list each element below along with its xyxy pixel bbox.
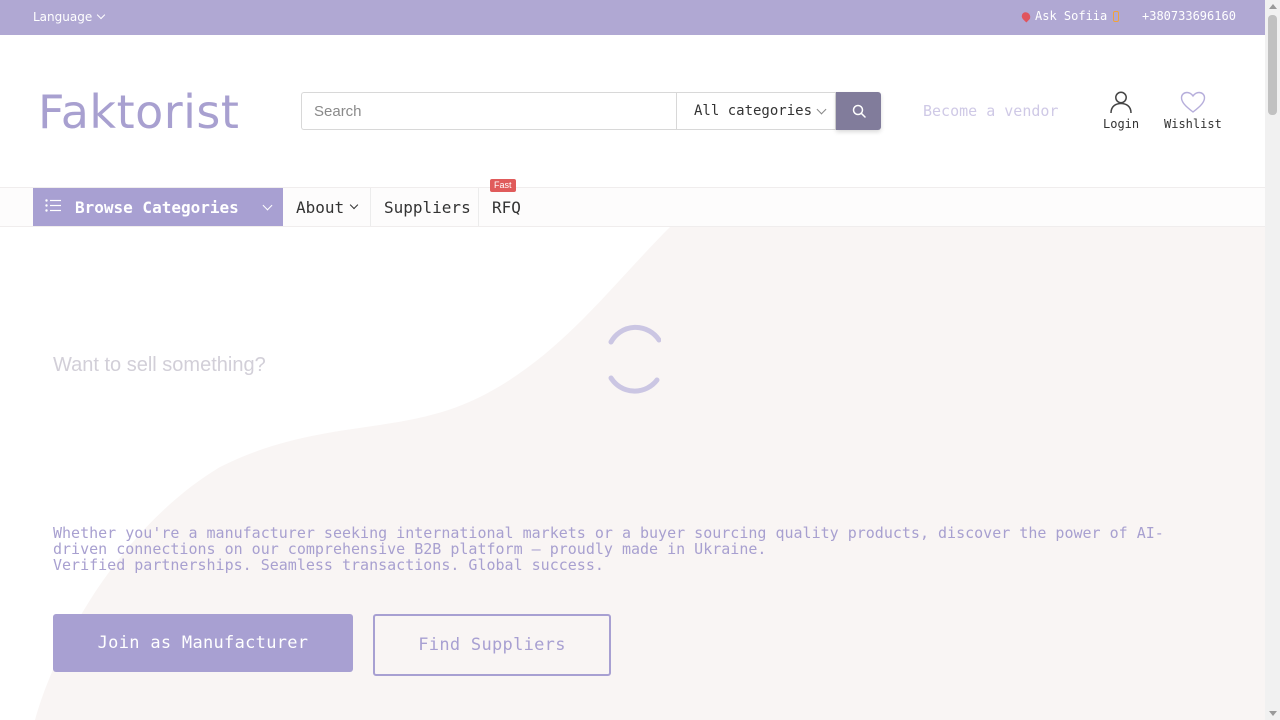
find-suppliers-button[interactable]: Find Suppliers: [373, 614, 611, 676]
nav-item-suppliers[interactable]: Suppliers: [384, 188, 471, 226]
nav-divider: [478, 188, 479, 226]
hero-description-line: Verified partnerships. Seamless transact…: [53, 556, 604, 574]
language-label: Language: [33, 10, 93, 24]
nav-item-label: Suppliers: [384, 197, 471, 217]
chevron-down-icon: [262, 200, 273, 210]
list-icon: [45, 198, 61, 212]
nav-item-label: About: [296, 197, 345, 217]
ask-label: Ask Sofiia: [1035, 9, 1108, 23]
category-select[interactable]: All categories: [676, 92, 836, 130]
join-manufacturer-button[interactable]: Join as Manufacturer: [53, 614, 353, 672]
become-vendor-link[interactable]: Become a vendor: [923, 102, 1058, 120]
nav-divider: [370, 188, 371, 226]
user-icon: [1110, 91, 1132, 114]
search-bar: All categories: [301, 92, 881, 130]
category-select-value: All categories: [694, 103, 813, 119]
login-button[interactable]: Login: [1103, 90, 1139, 131]
loading-spinner-icon: [608, 324, 661, 394]
heart-icon: [1180, 91, 1206, 113]
flame-icon: [1019, 9, 1033, 23]
search-icon: [852, 104, 866, 118]
fast-badge: Fast: [490, 179, 516, 192]
scroll-thumb[interactable]: [1268, 15, 1277, 115]
phone-number[interactable]: +380733696160: [1142, 9, 1236, 23]
browse-categories-label: Browse Categories: [75, 197, 239, 217]
chevron-down-icon: [816, 104, 827, 114]
page-scrollbar[interactable]: [1265, 0, 1280, 720]
nav-item-about[interactable]: About: [296, 188, 359, 226]
nav-item-rfq[interactable]: RFQ: [492, 188, 521, 226]
wishlist-button[interactable]: Wishlist: [1164, 91, 1222, 131]
browse-categories-button[interactable]: Browse Categories: [33, 188, 283, 226]
ask-sofiia-link[interactable]: Ask Sofiia: [1019, 9, 1120, 23]
top-bar: Language Ask Sofiia +380733696160: [0, 0, 1265, 35]
hero-description-line: driven connections on our comprehensive …: [53, 540, 767, 558]
login-label: Login: [1103, 117, 1140, 131]
scroll-up-arrow-icon[interactable]: [1269, 4, 1277, 9]
chevron-down-icon: [96, 10, 106, 20]
hero-section: Want to sell something? Whether you're a…: [0, 227, 1265, 720]
search-button[interactable]: [836, 92, 881, 130]
hero-description: Whether you're a manufacturer seeking in…: [53, 525, 1183, 573]
language-selector[interactable]: Language: [33, 10, 106, 24]
mobile-phone-icon: [1113, 10, 1120, 22]
wishlist-label: Wishlist: [1164, 117, 1222, 131]
chevron-down-icon: [349, 200, 359, 210]
scroll-down-arrow-icon[interactable]: [1269, 711, 1277, 716]
site-logo[interactable]: Faktorist: [38, 82, 239, 142]
nav-item-label: RFQ: [492, 197, 521, 217]
hero-description-line: Whether you're a manufacturer seeking in…: [53, 524, 1164, 542]
hero-title: Want to sell something?: [53, 354, 266, 376]
search-input[interactable]: [301, 92, 676, 130]
